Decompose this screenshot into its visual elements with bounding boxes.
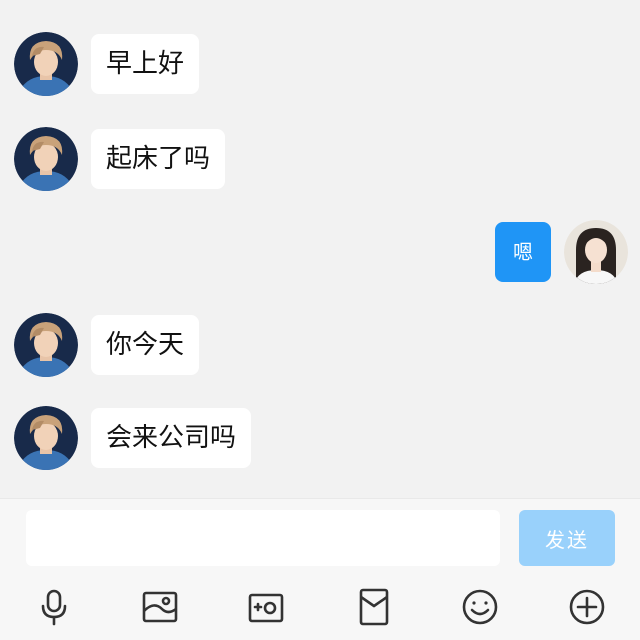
message-row-received: 你今天 — [14, 313, 200, 377]
contact-avatar[interactable] — [14, 32, 78, 96]
message-bubble[interactable]: 你今天 — [91, 315, 200, 375]
red-packet-button[interactable] — [352, 585, 396, 629]
camera-icon — [248, 593, 284, 623]
input-bar: 发送 — [0, 498, 640, 640]
more-button[interactable] — [565, 585, 609, 629]
emoji-button[interactable] — [458, 585, 502, 629]
toolbar — [0, 585, 640, 629]
microphone-icon — [41, 589, 67, 626]
message-bubble[interactable]: 嗯 — [495, 222, 551, 282]
chat-area: 早上好 起床了吗 嗯 你今天 会来公司吗 — [0, 0, 640, 498]
self-avatar[interactable] — [564, 220, 628, 284]
message-row-received: 起床了吗 — [14, 127, 226, 191]
message-row-received: 早上好 — [14, 32, 200, 96]
emoji-icon — [462, 589, 498, 625]
message-bubble[interactable]: 会来公司吗 — [91, 408, 252, 468]
voice-button[interactable] — [32, 585, 76, 629]
message-bubble[interactable]: 起床了吗 — [91, 129, 226, 189]
contact-avatar[interactable] — [14, 313, 78, 377]
plus-icon — [569, 589, 605, 625]
message-bubble[interactable]: 早上好 — [91, 34, 200, 94]
red-packet-icon — [359, 588, 389, 626]
contact-avatar[interactable] — [14, 406, 78, 470]
message-row-received: 会来公司吗 — [14, 406, 252, 470]
gallery-button[interactable] — [138, 585, 182, 629]
image-icon — [142, 591, 178, 623]
send-button[interactable]: 发送 — [519, 510, 615, 566]
message-row-sent: 嗯 — [495, 220, 628, 284]
message-input[interactable] — [26, 510, 500, 566]
contact-avatar[interactable] — [14, 127, 78, 191]
camera-button[interactable] — [244, 585, 288, 629]
